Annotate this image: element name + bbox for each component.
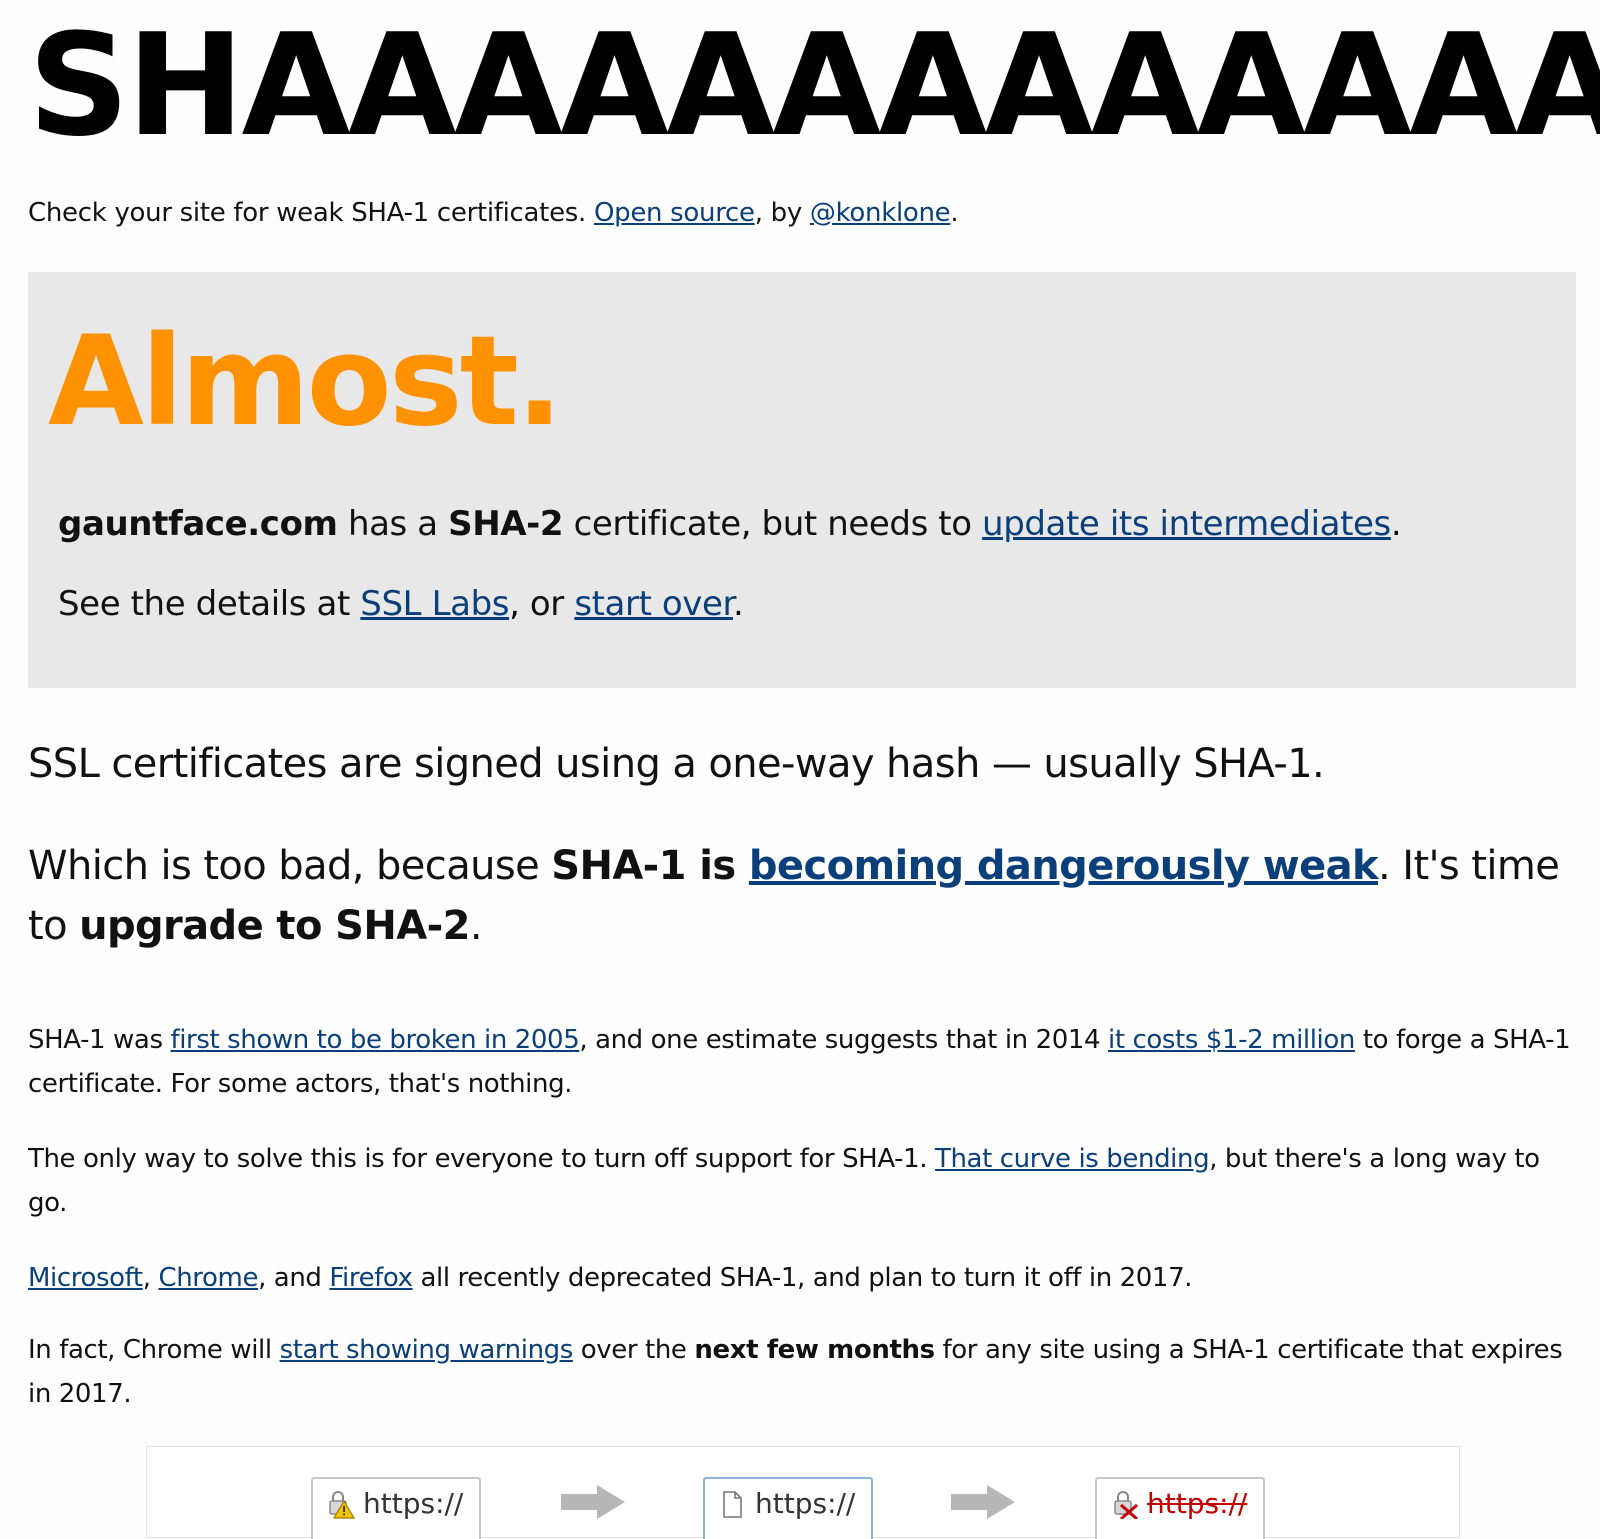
lead-bold-upgrade: upgrade to SHA-2	[79, 903, 470, 949]
site-title: SHAAAAAAAAAAAAA	[28, 4, 1600, 168]
right-arrow-icon	[561, 1485, 625, 1519]
page: SHAAAAAAAAAAAAA Check your site for weak…	[0, 0, 1600, 1539]
curve-bending-link[interactable]: That curve is bending	[935, 1144, 1210, 1174]
warning-lock-icon	[329, 1491, 355, 1519]
paragraph-solve: The only way to solve this is for everyo…	[28, 1137, 1583, 1225]
lead-end: .	[469, 903, 483, 949]
dangerously-weak-link[interactable]: becoming dangerously weak	[749, 843, 1379, 889]
cert-type: SHA-2	[448, 504, 564, 544]
start-showing-warnings-link[interactable]: start showing warnings	[280, 1335, 574, 1365]
tagline-text: Check your site for weak SHA-1 certifica…	[28, 198, 594, 228]
p4-text-a: In fact, Chrome will	[28, 1335, 280, 1365]
paragraph-broken: SHA-1 was first shown to be broken in 20…	[28, 1018, 1583, 1106]
p1-text-a: SHA-1 was	[28, 1025, 171, 1055]
details-period: .	[733, 584, 744, 624]
url-text: https://	[1147, 1487, 1248, 1520]
cost-million-link[interactable]: it costs $1-2 million	[1108, 1025, 1355, 1055]
url-text: https://	[755, 1487, 856, 1520]
cert-suffix-text: certificate, but needs to	[563, 504, 983, 544]
paragraph-warnings: In fact, Chrome will start showing warni…	[28, 1328, 1583, 1416]
details-prefix: See the details at	[58, 584, 361, 624]
result-summary: gauntface.com has a SHA-2 certificate, b…	[58, 504, 1402, 545]
author-link[interactable]: @konklone	[810, 198, 951, 228]
start-over-link[interactable]: start over	[574, 584, 733, 624]
details-line: See the details at SSL Labs, or start ov…	[58, 584, 744, 625]
url-text: https://	[363, 1487, 464, 1520]
update-intermediates-link[interactable]: update its intermediates	[982, 504, 1391, 544]
lead-prefix: Which is too bad, because	[28, 843, 552, 889]
next-few-months: next few months	[694, 1335, 935, 1365]
p3-sep-2: , and	[258, 1263, 330, 1293]
lead-sentence: SSL certificates are signed using a one-…	[28, 741, 1325, 787]
url-bar-neutral: https://	[703, 1477, 873, 1539]
tagline: Check your site for weak SHA-1 certifica…	[28, 198, 959, 229]
p3-sep-1: ,	[142, 1263, 159, 1293]
firefox-link[interactable]: Firefox	[329, 1263, 413, 1293]
chrome-warning-figure: https:// https:// https://	[146, 1446, 1460, 1539]
lead-warning: Which is too bad, because SHA-1 is becom…	[28, 836, 1580, 956]
broken-2005-link[interactable]: first shown to be broken in 2005	[170, 1025, 579, 1055]
paragraph-deprecated: Microsoft, Chrome, and Firefox all recen…	[28, 1256, 1583, 1300]
tagline-period: .	[950, 198, 959, 228]
has-a-text: has a	[337, 504, 449, 544]
result-period: .	[1390, 504, 1402, 544]
url-bar-error: https://	[1095, 1477, 1265, 1539]
open-source-link[interactable]: Open source	[594, 198, 755, 228]
ssl-labs-link[interactable]: SSL Labs	[360, 584, 509, 624]
result-panel: Almost. gauntface.com has a SHA-2 certif…	[28, 272, 1576, 688]
chrome-link[interactable]: Chrome	[158, 1263, 258, 1293]
or-text: , or	[509, 584, 575, 624]
domain-name: gauntface.com	[58, 504, 338, 544]
p2-text-a: The only way to solve this is for everyo…	[28, 1144, 935, 1174]
url-bar-warning: https://	[311, 1477, 481, 1539]
lead-bold: SHA-1 is	[551, 843, 749, 889]
tagline-by: , by	[754, 198, 810, 228]
microsoft-link[interactable]: Microsoft	[28, 1263, 143, 1293]
page-icon	[723, 1491, 742, 1518]
verdict-heading: Almost.	[48, 310, 563, 454]
broken-lock-icon	[1114, 1491, 1138, 1519]
p1-text-b: , and one estimate suggests that in 2014	[579, 1025, 1109, 1055]
p3-text-b: all recently deprecated SHA-1, and plan …	[412, 1263, 1193, 1293]
right-arrow-icon	[951, 1485, 1015, 1519]
p4-text-b: over the	[572, 1335, 695, 1365]
